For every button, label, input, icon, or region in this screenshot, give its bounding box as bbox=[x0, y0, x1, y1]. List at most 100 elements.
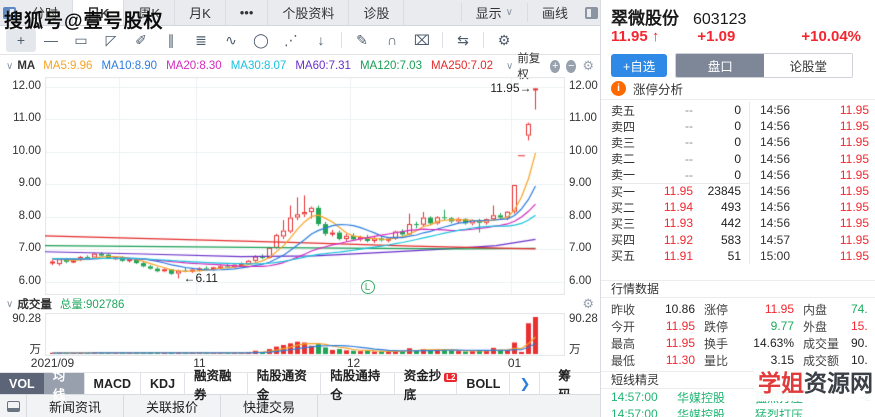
order-price[interactable]: 11.92 bbox=[643, 233, 693, 247]
arrow-marker-tool-icon[interactable]: ↓ bbox=[306, 29, 336, 52]
chevron-down-icon[interactable]: ∨ bbox=[6, 299, 13, 310]
quote-label: 量比 bbox=[704, 353, 729, 368]
tick-price: 11.95 bbox=[839, 200, 869, 215]
wave-tool-icon[interactable]: ∿ bbox=[216, 29, 246, 52]
display-menu[interactable]: 显示 ∨ bbox=[460, 3, 527, 22]
quote-label: 换手 bbox=[704, 336, 729, 351]
ellipse-tool-icon[interactable]: ◯ bbox=[246, 29, 276, 52]
l2-badge: L2 bbox=[444, 373, 458, 382]
period-tab-month-k[interactable]: 月K bbox=[175, 0, 226, 25]
order-row[interactable]: 买二 11.94 493 14:56 11.95 bbox=[611, 199, 875, 216]
watermark-sohu: 搜狐号@壹号股权 bbox=[4, 11, 164, 32]
gann-grid-tool-icon[interactable]: ≣ bbox=[186, 29, 216, 52]
order-volume: 23845 bbox=[707, 184, 741, 199]
quote-value: 11.95 bbox=[764, 302, 794, 317]
indicator-tab-vol[interactable]: VOL bbox=[0, 373, 44, 394]
volume-settings-icon[interactable]: ⚙ bbox=[582, 296, 594, 312]
chart-settings-icon[interactable]: ⚙ bbox=[582, 58, 594, 74]
order-row[interactable]: 买四 11.92 583 14:57 11.95 bbox=[611, 231, 875, 248]
order-price[interactable]: 11.94 bbox=[643, 200, 693, 214]
indicator-tab-陆股通资金[interactable]: 陆股通资金 bbox=[248, 369, 322, 402]
chevron-down-icon[interactable]: ∨ bbox=[506, 61, 513, 72]
indicator-tab-均线[interactable]: 均线 bbox=[43, 369, 85, 402]
volume-axis-max: 90.28 bbox=[12, 313, 41, 325]
indicator-tab-macd[interactable]: MACD bbox=[85, 373, 142, 394]
quote-data-grid: 昨收 10.86 涨停 11.95 内盘 74. 今开 11.95 跌停 9.77 外盘 15. 最高 1… bbox=[601, 298, 875, 371]
order-price[interactable]: -- bbox=[643, 135, 693, 149]
quote-label: 今开 bbox=[611, 319, 636, 334]
collapse-right-panel-icon[interactable] bbox=[582, 6, 600, 19]
expand-horizontal-icon[interactable]: ⇆ bbox=[448, 29, 478, 52]
dragon-tiger-marker[interactable]: L bbox=[360, 280, 375, 294]
short-line-row[interactable]: 14:57:00 华媒控股 猛烈打压 bbox=[601, 406, 875, 417]
order-row[interactable]: 卖五 -- 0 14:56 11.95 bbox=[611, 102, 875, 119]
quote-label: 最高 bbox=[611, 336, 636, 351]
period-tab-stock-info[interactable]: 个股资料 bbox=[268, 0, 350, 25]
toolbar-settings-icon[interactable]: ⚙ bbox=[489, 29, 519, 52]
period-tab-diagnose[interactable]: 诊股 bbox=[349, 0, 405, 25]
watermark-dark-text: 资源网 bbox=[804, 370, 873, 396]
zoom-out-button[interactable]: − bbox=[566, 59, 577, 73]
chips-tab[interactable]: 筹码 bbox=[539, 369, 600, 402]
indicator-tab-陆股通持仓[interactable]: 陆股通持仓 bbox=[321, 369, 395, 402]
order-price[interactable]: -- bbox=[643, 152, 693, 166]
chevron-down-icon[interactable]: ∨ bbox=[6, 61, 13, 72]
order-price[interactable]: 11.91 bbox=[643, 249, 693, 263]
order-row[interactable]: 买五 11.91 51 15:00 11.95 bbox=[611, 247, 875, 264]
hatch-lines-tool-icon[interactable]: ⋰ bbox=[276, 29, 306, 52]
order-price[interactable]: 11.93 bbox=[643, 216, 693, 230]
indicator-tab-融资融券[interactable]: 融资融券 bbox=[185, 369, 248, 402]
tick-price: 11.95 bbox=[839, 119, 869, 134]
period-tab-more-periods[interactable]: ••• bbox=[226, 0, 269, 25]
candlestick-canvas[interactable] bbox=[45, 77, 565, 295]
volume-chart[interactable]: 90.28 万 90.28 万 bbox=[0, 313, 600, 356]
order-row[interactable]: 买一 11.95 23845 14:56 11.95 bbox=[611, 182, 875, 200]
order-price[interactable]: -- bbox=[643, 103, 693, 117]
time-axis-label: 01 bbox=[507, 356, 522, 370]
ma-legend-bar: ∨ MA MA5:9.96 MA10:8.90 MA20:8.30 MA30:8.07… bbox=[0, 53, 600, 81]
candlestick-chart[interactable]: 12.00 12.00 11.00 11.00 10.00 10.00 9.00 9.00 8.… bbox=[0, 77, 600, 295]
order-row[interactable]: 买三 11.93 442 14:56 11.95 bbox=[611, 215, 875, 232]
order-row[interactable]: 卖二 -- 0 14:56 11.95 bbox=[611, 150, 875, 167]
quote-value: 15. bbox=[851, 319, 868, 334]
indicator-tab-❯[interactable]: ❯ bbox=[510, 373, 539, 394]
stock-actions: +自选 盘口 论股堂 bbox=[601, 52, 875, 78]
tick-time: 14:56 bbox=[760, 103, 791, 118]
order-row[interactable]: 卖三 -- 0 14:56 11.95 bbox=[611, 134, 875, 151]
delete-drawing-icon[interactable]: ⌧ bbox=[407, 29, 437, 52]
quote-value: 74. bbox=[851, 302, 868, 317]
order-level-label: 卖一 bbox=[611, 168, 636, 183]
tab-pankou[interactable]: 盘口 bbox=[676, 53, 765, 77]
stock-name: 翠微股份 bbox=[611, 9, 679, 28]
layout-toggle-button[interactable] bbox=[0, 395, 26, 417]
order-row[interactable]: 卖一 -- 0 14:56 11.95 bbox=[611, 166, 875, 183]
price-axis-label: 8.00 bbox=[18, 209, 41, 222]
order-volume: 0 bbox=[734, 135, 741, 150]
quote-label: 跌停 bbox=[704, 319, 729, 334]
add-watchlist-button[interactable]: +自选 bbox=[611, 53, 668, 77]
magnet-tool-icon[interactable]: ∩ bbox=[377, 29, 407, 52]
limit-up-analysis-row[interactable]: i 涨停分析 bbox=[601, 78, 875, 100]
order-price[interactable]: -- bbox=[643, 168, 693, 182]
limit-up-analysis-icon: i bbox=[611, 81, 626, 96]
pencil-tool-icon[interactable]: ✎ bbox=[347, 29, 377, 52]
tick-price: 11.95 bbox=[839, 248, 869, 263]
chevron-down-icon: ∨ bbox=[505, 7, 513, 18]
tab-forum[interactable]: 论股堂 bbox=[764, 53, 853, 77]
order-price[interactable]: -- bbox=[643, 119, 693, 133]
indicator-tab-boll[interactable]: BOLL bbox=[457, 373, 511, 394]
order-volume: 442 bbox=[720, 216, 741, 231]
tick-time: 15:00 bbox=[760, 248, 791, 263]
order-row[interactable]: 卖四 -- 0 14:56 11.95 bbox=[611, 118, 875, 135]
order-level-label: 买五 bbox=[611, 249, 636, 264]
zoom-in-button[interactable]: + bbox=[550, 59, 561, 73]
quote-value: 10. bbox=[851, 353, 868, 368]
draw-line-tab[interactable]: 画线 bbox=[526, 3, 582, 22]
indicator-tab-资金抄底[interactable]: 资金抄底L2 bbox=[395, 369, 458, 402]
order-price[interactable]: 11.95 bbox=[643, 184, 693, 198]
bottom-tab[interactable]: 新闻资讯 bbox=[26, 395, 125, 417]
indicator-tab-kdj[interactable]: KDJ bbox=[141, 373, 186, 394]
order-level-label: 卖二 bbox=[611, 152, 636, 167]
quote-data-header: 行情数据 bbox=[601, 279, 875, 298]
volume-canvas[interactable] bbox=[45, 313, 565, 356]
